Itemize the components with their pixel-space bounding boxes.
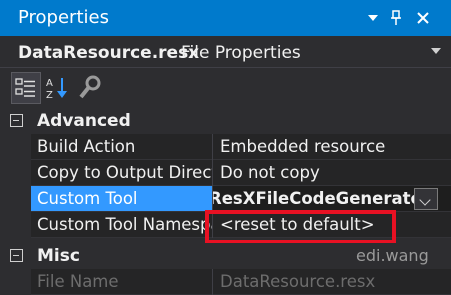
chevron-down-icon[interactable] <box>431 48 441 54</box>
row-gutter <box>0 269 31 295</box>
category-label: Misc <box>37 246 80 266</box>
property-row-file-name[interactable]: File Name DataResource.resx <box>0 269 451 295</box>
watermark: edi.wang <box>356 246 429 265</box>
category-advanced[interactable]: Advanced <box>0 108 451 134</box>
property-row-custom-tool[interactable]: Custom Tool ResXFileCodeGenerator <box>0 186 451 212</box>
property-value[interactable]: Embedded resource <box>213 134 451 160</box>
window-title: Properties <box>18 7 109 28</box>
property-name: Copy to Output Directory <box>31 160 212 186</box>
property-value[interactable]: Do not copy <box>213 160 451 186</box>
chevron-down-icon[interactable] <box>414 188 438 210</box>
close-icon[interactable] <box>413 8 433 28</box>
row-gutter <box>0 212 31 238</box>
object-type: File Properties <box>181 43 301 63</box>
alphabetical-icon[interactable]: A Z <box>44 72 74 104</box>
highlight-box <box>205 210 396 244</box>
properties-toolbar: A Z <box>0 68 451 108</box>
dropdown-arrow-icon[interactable] <box>363 8 383 28</box>
object-name: DataResource.resx <box>18 43 200 63</box>
property-name: Build Action <box>31 134 212 160</box>
collapse-icon[interactable] <box>10 114 23 127</box>
categorized-icon[interactable] <box>11 72 41 104</box>
property-row-copy-to-output[interactable]: Copy to Output Directory Do not copy <box>0 160 451 186</box>
property-name: File Name <box>31 269 212 295</box>
row-gutter <box>0 160 31 186</box>
property-name: Custom Tool <box>31 186 212 212</box>
property-row-build-action[interactable]: Build Action Embedded resource <box>0 134 451 160</box>
property-value[interactable]: DataResource.resx <box>213 269 451 295</box>
title-bar: Properties <box>0 0 451 36</box>
wrench-icon[interactable] <box>76 72 106 104</box>
collapse-icon[interactable] <box>10 249 23 262</box>
pin-icon[interactable] <box>386 8 406 28</box>
svg-text:Z: Z <box>46 90 53 101</box>
property-name: Custom Tool Namespace <box>31 212 212 238</box>
object-selector[interactable]: DataResource.resx File Properties <box>0 36 451 68</box>
row-gutter <box>0 186 31 212</box>
row-gutter <box>0 134 31 160</box>
category-label: Advanced <box>37 111 131 131</box>
svg-text:A: A <box>46 78 53 89</box>
